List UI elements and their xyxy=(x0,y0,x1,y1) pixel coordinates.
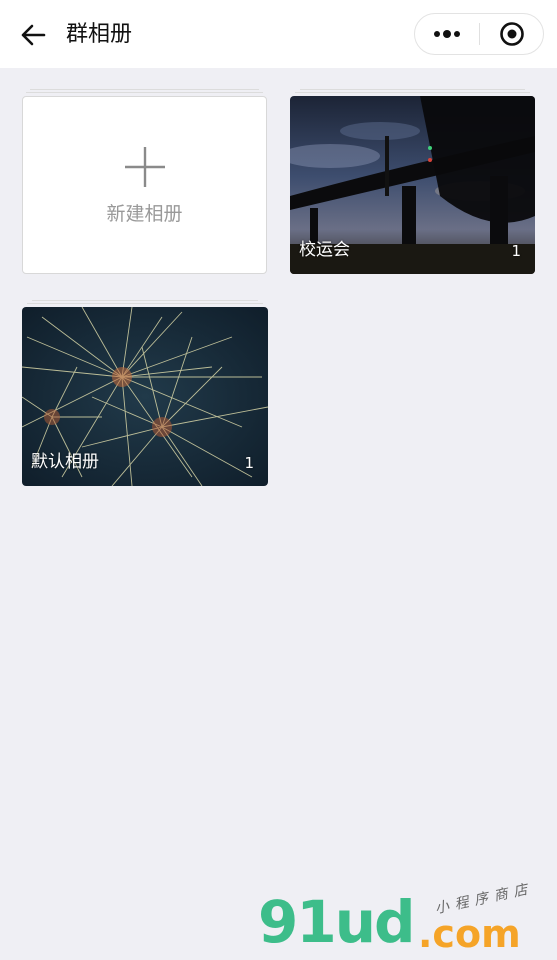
new-album-card[interactable]: 新建相册 xyxy=(22,96,267,274)
top-bar: 群相册 xyxy=(0,0,557,68)
album-name: 校运会 xyxy=(299,240,350,260)
page-title: 群相册 xyxy=(66,22,133,47)
album-count: 1 xyxy=(511,242,521,260)
card-stack-edge xyxy=(27,303,263,304)
plus-icon xyxy=(125,147,165,187)
watermark-logo: 91ud .com 小程序商店 xyxy=(258,881,553,958)
capsule-menu xyxy=(414,13,544,55)
card-stack-edge xyxy=(300,89,525,90)
arrow-left-icon xyxy=(21,24,46,46)
back-button[interactable] xyxy=(18,20,48,50)
album-card[interactable]: 默认相册 1 xyxy=(22,307,268,486)
new-album-label: 新建相册 xyxy=(106,203,183,225)
card-stack-edge xyxy=(30,89,259,90)
more-button[interactable] xyxy=(415,14,479,54)
card-stack-edge xyxy=(295,92,530,93)
watermark-domain: .com xyxy=(418,912,521,956)
watermark-brand: 91ud xyxy=(258,888,416,956)
album-name: 默认相册 xyxy=(31,452,99,472)
more-dots-icon xyxy=(434,30,460,38)
target-circle-icon xyxy=(500,22,524,46)
album-card[interactable]: 校运会 1 xyxy=(290,96,535,274)
album-count: 1 xyxy=(244,454,254,472)
card-stack-edge xyxy=(32,300,258,301)
close-button[interactable] xyxy=(480,14,544,54)
card-stack-edge xyxy=(26,92,263,93)
